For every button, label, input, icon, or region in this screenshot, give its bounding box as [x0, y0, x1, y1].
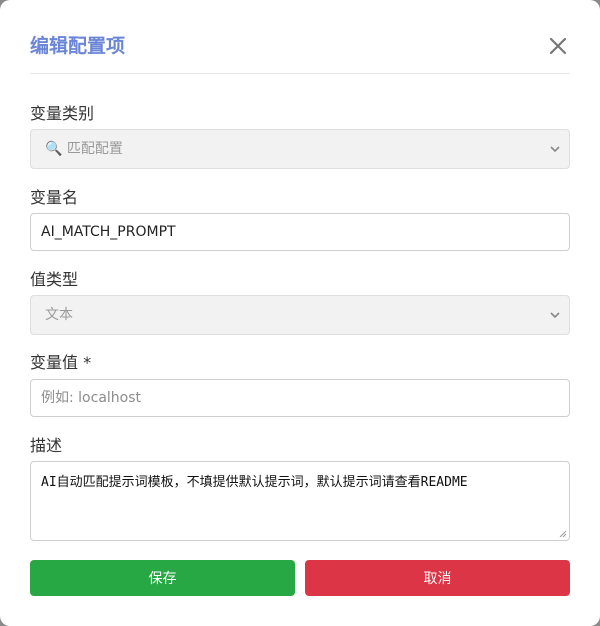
close-icon	[549, 37, 567, 55]
resize-grip-icon[interactable]	[559, 530, 567, 538]
name-input-value: AI_MATCH_PROMPT	[41, 224, 176, 240]
value-input-placeholder: 例如: localhost	[41, 390, 142, 406]
value-type-select[interactable]: 文本	[30, 295, 570, 335]
cancel-button[interactable]: 取消	[305, 560, 570, 596]
name-label: 变量名	[30, 188, 79, 207]
dialog-title: 编辑配置项	[30, 35, 126, 57]
value-type-selected-value: 文本	[45, 307, 73, 323]
chevron-down-icon	[550, 312, 560, 319]
description-textarea-value: AI自动匹配提示词模板，不填提供默认提示词，默认提示词请查看README	[41, 475, 468, 490]
category-select[interactable]: 🔍 匹配配置	[30, 129, 570, 169]
dialog-header: 编辑配置项	[30, 0, 570, 74]
close-button[interactable]	[546, 34, 570, 58]
chevron-down-icon	[550, 146, 560, 153]
description-textarea[interactable]: AI自动匹配提示词模板，不填提供默认提示词，默认提示词请查看README	[30, 461, 570, 541]
save-button[interactable]: 保存	[30, 560, 295, 596]
name-input[interactable]: AI_MATCH_PROMPT	[30, 213, 570, 251]
value-label: 变量值 *	[30, 353, 92, 372]
category-selected-value: 🔍 匹配配置	[45, 141, 123, 157]
value-type-label: 值类型	[30, 270, 79, 289]
description-label: 描述	[30, 436, 63, 455]
value-input[interactable]: 例如: localhost	[30, 379, 570, 417]
category-label: 变量类别	[30, 104, 95, 123]
